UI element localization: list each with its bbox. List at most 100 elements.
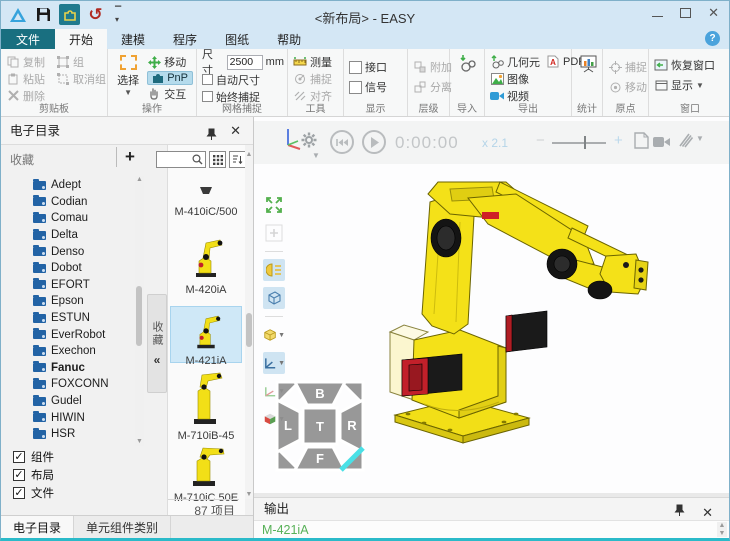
ribbon: 复制 组 粘贴 取消组 删除 剪贴板 选择 ▼ 移动 PnP 交互 操作 尺寸m…: [1, 49, 729, 117]
record-video-icon[interactable]: [653, 135, 671, 153]
group-label: 导入: [450, 100, 484, 115]
speed-slider-handle[interactable]: [584, 136, 586, 149]
move-button[interactable]: 移动: [147, 54, 193, 70]
scroll-up-icon[interactable]: ▲: [719, 522, 726, 530]
group-label: 层级: [408, 100, 449, 115]
tree-item[interactable]: FOXCONN: [7, 376, 133, 393]
tree-item[interactable]: EFORT: [7, 277, 133, 294]
play-button[interactable]: [362, 130, 386, 154]
tab-unit-component-category[interactable]: 单元组件类别: [74, 516, 171, 538]
annotate-pen-icon[interactable]: [678, 132, 694, 153]
undo-button[interactable]: ↺: [85, 4, 106, 25]
scroll-down-icon[interactable]: ▼: [719, 530, 726, 538]
tree-item[interactable]: Delta: [7, 227, 133, 244]
search-input[interactable]: [156, 151, 206, 168]
scrollbar-thumb[interactable]: [246, 313, 252, 347]
scroll-down-icon[interactable]: ▼: [135, 438, 144, 446]
grid-size-input[interactable]: [227, 55, 263, 70]
export-pdf-view-icon[interactable]: [634, 132, 649, 154]
folder-icon: [33, 430, 46, 439]
tab-electronic-catalog[interactable]: 电子目录: [1, 516, 74, 538]
tree-item[interactable]: Denso: [7, 243, 133, 260]
tree-item[interactable]: Epson: [7, 293, 133, 310]
zoom-out-icon[interactable]: −: [536, 132, 545, 149]
add-favorite-button[interactable]: +: [116, 147, 135, 167]
close-panel-icon[interactable]: ✕: [230, 123, 241, 139]
rewind-button[interactable]: [330, 130, 354, 154]
select-button[interactable]: 选择 ▼: [113, 53, 143, 102]
list-scrollbar[interactable]: ▲ ▼: [245, 151, 253, 499]
group-clipboard: 复制 组 粘贴 取消组 删除 剪贴板: [1, 49, 108, 116]
component-checkbox[interactable]: [13, 451, 25, 463]
tree-item[interactable]: Dobot: [7, 260, 133, 277]
attach-button: 附加: [413, 57, 446, 77]
list-item[interactable]: M-710iB-45: [170, 371, 242, 442]
maximize-button[interactable]: [680, 8, 691, 18]
signal-checkbox[interactable]: [349, 81, 362, 94]
tree-item[interactable]: Comau: [7, 210, 133, 227]
interface-checkbox[interactable]: [349, 61, 362, 74]
speed-scale: x 2.1: [482, 136, 508, 150]
component-filter-row: 组件: [13, 448, 54, 466]
viewport-canvas[interactable]: ▼ ▼ ▼ ▼ B: [254, 164, 729, 493]
tree-item[interactable]: HSR: [7, 426, 133, 443]
auto-size-checkbox[interactable]: [202, 74, 213, 85]
tree-item[interactable]: Gudel: [7, 393, 133, 410]
tab-modeling[interactable]: 建模: [107, 29, 159, 49]
export-geometry-button[interactable]: 几何元: [490, 53, 540, 70]
scroll-up-icon[interactable]: ▲: [245, 151, 253, 159]
tab-help[interactable]: 帮助: [263, 29, 315, 49]
close-button[interactable]: ✕: [708, 6, 719, 19]
tree-item-fanuc[interactable]: Fanuc: [7, 360, 133, 377]
filter-checkboxes: 组件 布局 文件: [13, 448, 54, 502]
stats-button[interactable]: [577, 53, 599, 70]
ungroup-icon: [56, 72, 70, 86]
tree-item[interactable]: Adept: [7, 177, 133, 194]
signal-checkbox-row: 信号: [349, 77, 404, 97]
grid-view-button[interactable]: [209, 151, 226, 168]
tree-scrollbar[interactable]: ▲ ▼: [135, 176, 144, 446]
group-label: 网格捕捉: [197, 100, 287, 115]
origin-snap-button: 捕捉: [608, 57, 645, 77]
robot-model-3d[interactable]: [254, 164, 730, 493]
pnp-icon: [152, 72, 164, 84]
tree-item[interactable]: HIWIN: [7, 409, 133, 426]
scroll-up-icon[interactable]: ▲: [135, 176, 144, 184]
minimize-button[interactable]: [652, 16, 663, 17]
list-item[interactable]: M-420iA: [170, 233, 242, 296]
tree-item[interactable]: Exechon: [7, 343, 133, 360]
collapse-favorites-tab[interactable]: 收藏 «: [147, 294, 167, 393]
import-button[interactable]: [455, 53, 481, 70]
group-label: 剪贴板: [1, 100, 107, 115]
list-item[interactable]: M-710iC 50E: [170, 443, 242, 504]
speed-slider-track[interactable]: [552, 142, 606, 144]
chevron-down-icon: ▼: [696, 81, 704, 90]
show-window-button[interactable]: 显示▼: [654, 75, 728, 95]
help-icon[interactable]: ?: [705, 31, 720, 46]
file-checkbox[interactable]: [13, 487, 25, 499]
pnp-button[interactable]: PnP: [147, 71, 193, 85]
zoom-in-icon[interactable]: +: [614, 132, 623, 149]
list-item[interactable]: M-410iC/500: [170, 185, 242, 218]
snap-tool-button: 捕捉: [293, 70, 340, 87]
snap-target-icon: [293, 72, 307, 86]
layout-checkbox[interactable]: [13, 469, 25, 481]
file-menu-button[interactable]: 文件: [1, 29, 55, 49]
restore-window-button[interactable]: 恢复窗口: [654, 55, 728, 75]
list-item-selected[interactable]: M-421iA: [170, 306, 242, 363]
robot-thumbnail: [184, 233, 228, 279]
tab-start[interactable]: 开始: [55, 29, 107, 49]
export-image-button[interactable]: 图像: [490, 70, 568, 87]
save-button[interactable]: [33, 4, 54, 25]
pdf-icon: A: [546, 55, 560, 69]
output-panel-body: M-421iA ▲ ▼: [254, 520, 729, 538]
output-scrollbar[interactable]: ▲ ▼: [717, 522, 727, 537]
tree-item[interactable]: EverRobot: [7, 326, 133, 343]
sort-button[interactable]: [229, 151, 246, 168]
scrollbar-thumb[interactable]: [136, 286, 142, 346]
pnp-toggle-button[interactable]: [59, 4, 80, 25]
tree-item[interactable]: Codian: [7, 194, 133, 211]
measure-button[interactable]: 测量: [293, 53, 340, 70]
tree-item[interactable]: ESTUN: [7, 310, 133, 327]
scroll-down-icon[interactable]: ▼: [245, 491, 253, 499]
